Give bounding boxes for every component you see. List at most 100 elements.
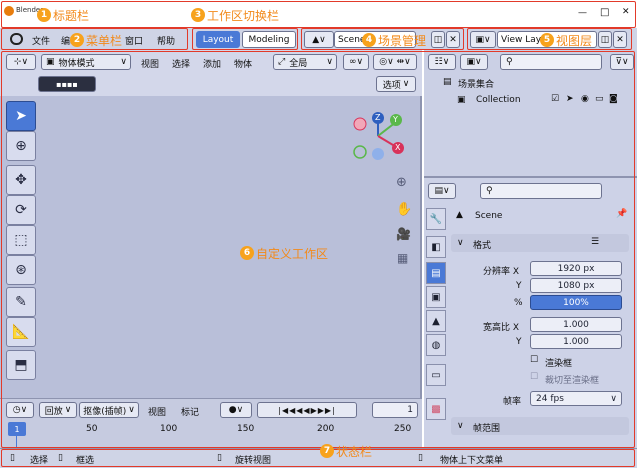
transform-orientation[interactable]: ⤢ 全局 ∨ bbox=[273, 54, 337, 70]
status-box: 框选 bbox=[76, 456, 95, 466]
crop-checkbox[interactable]: ☐ bbox=[530, 372, 538, 382]
tab-layout[interactable]: Layout bbox=[196, 31, 240, 48]
select-arrow-icon[interactable]: ➤ bbox=[566, 94, 574, 104]
viewlayer-selector[interactable]: ▣∨ bbox=[470, 31, 496, 48]
scene-selector[interactable]: ▲∨ bbox=[304, 31, 334, 48]
crosshair-icon: ⊕ bbox=[15, 138, 27, 154]
close-window-button[interactable]: ✕ bbox=[622, 7, 630, 17]
list-icon[interactable]: ☰ bbox=[591, 237, 599, 247]
properties-search-input[interactable]: ⚲ bbox=[480, 183, 602, 199]
resolution-percent-field[interactable]: 100% bbox=[530, 295, 622, 310]
mode-selector[interactable]: ▣ 物体模式 ∨ bbox=[41, 54, 131, 70]
current-frame-field[interactable]: 1 bbox=[372, 402, 418, 418]
navigation-gizmo[interactable] bbox=[350, 108, 412, 166]
render-icon: ◧ bbox=[431, 241, 441, 253]
menu-help[interactable]: 帮助 bbox=[157, 34, 175, 47]
minimize-button[interactable]: — bbox=[578, 8, 587, 18]
aspect-y-field[interactable]: 1.000 bbox=[530, 334, 622, 349]
frame-rate-dropdown[interactable]: 24 fps ∨ bbox=[530, 391, 622, 406]
viewlayer-delete-button[interactable]: ✕ bbox=[613, 31, 627, 48]
mouse-right-icon: ▯ bbox=[418, 453, 423, 463]
outliner-filter-button[interactable]: ⊽∨ bbox=[610, 54, 634, 70]
monitor-icon[interactable]: ▭ bbox=[595, 94, 604, 104]
texture-tab[interactable]: ▩ bbox=[426, 398, 446, 420]
render-tab[interactable]: ◧ bbox=[426, 236, 446, 258]
frame-range-section-header[interactable]: ∨ 帧范围 bbox=[451, 417, 629, 435]
gizmo-z-label: Z bbox=[375, 113, 381, 122]
vp-menu-view[interactable]: 视图 bbox=[141, 57, 159, 70]
select-tool-button[interactable]: ➤ bbox=[6, 101, 36, 131]
menu-window[interactable]: 窗口 bbox=[125, 34, 143, 47]
vp-menu-add[interactable]: 添加 bbox=[203, 57, 221, 70]
annotation-badge-2: 2 bbox=[70, 33, 84, 47]
tab-modeling[interactable]: Modeling bbox=[242, 31, 296, 48]
checkbox-icon[interactable]: ☑ bbox=[551, 94, 559, 104]
autokey-toggle[interactable]: ●∨ bbox=[220, 402, 252, 418]
display-mode-selector[interactable]: ▣∨ bbox=[460, 54, 488, 70]
viewlayer-copy-button[interactable]: ◫ bbox=[598, 31, 612, 48]
add-cube-tool-button[interactable]: ⬒ bbox=[6, 350, 36, 380]
tool-tab[interactable]: 🔧 bbox=[426, 208, 446, 230]
editor-type-selector[interactable]: ⊹∨ bbox=[6, 54, 36, 70]
camera-render-icon[interactable]: ◙ bbox=[609, 94, 618, 104]
keying-dropdown[interactable]: 抠像(插帧) ∨ bbox=[79, 402, 139, 418]
output-tab[interactable]: ▤ bbox=[426, 262, 446, 284]
viewport-area[interactable] bbox=[0, 50, 422, 398]
vp-menu-select[interactable]: 选择 bbox=[172, 57, 190, 70]
maximize-button[interactable]: □ bbox=[600, 7, 609, 18]
select-mode-group[interactable]: ▪▪▪▪ bbox=[38, 76, 96, 92]
annotation-label-5: 视图层 bbox=[556, 34, 593, 48]
resolution-x-field[interactable]: 1920 px bbox=[530, 261, 622, 276]
blender-menu-icon[interactable] bbox=[10, 33, 23, 45]
timeline-menu-marker[interactable]: 标记 bbox=[181, 405, 199, 418]
scene-collection-label[interactable]: 场景集合 bbox=[458, 77, 494, 90]
measure-tool-button[interactable]: 📐 bbox=[6, 317, 36, 347]
world-tab[interactable]: ◍ bbox=[426, 334, 446, 356]
timeline-editor-selector[interactable]: ◷∨ bbox=[6, 402, 34, 418]
zoom-icon[interactable]: ⊕ bbox=[396, 175, 407, 190]
collection-label[interactable]: Collection bbox=[476, 95, 521, 105]
snap-button[interactable]: ∞∨ bbox=[343, 54, 369, 70]
proportional-icon: ◎∨ ⇹∨ bbox=[379, 57, 411, 67]
view-layer-tab[interactable]: ▣ bbox=[426, 286, 446, 308]
scene-delete-button[interactable]: ✕ bbox=[446, 31, 460, 48]
playback-controls[interactable]: |◀◀◀◀▶▶▶| bbox=[257, 402, 357, 418]
scale-tool-button[interactable]: ⬚ bbox=[6, 225, 36, 255]
scene-copy-button[interactable]: ◫ bbox=[431, 31, 445, 48]
transform-tool-button[interactable]: ⊛ bbox=[6, 255, 36, 285]
collection-tab[interactable]: ▭ bbox=[426, 364, 446, 386]
annotate-tool-button[interactable]: ✎ bbox=[6, 287, 36, 317]
pin-icon[interactable]: 📌 bbox=[616, 209, 627, 219]
annotation-label-2: 菜单栏 bbox=[86, 34, 123, 48]
timeline-menu-view[interactable]: 视图 bbox=[148, 405, 166, 418]
menu-file[interactable]: 文件 bbox=[32, 34, 50, 47]
current-frame-marker[interactable]: 1 bbox=[8, 422, 26, 436]
render-region-checkbox[interactable]: ☐ bbox=[530, 355, 538, 365]
pan-hand-icon[interactable]: ✋ bbox=[396, 202, 412, 217]
tick-100: 100 bbox=[160, 424, 178, 434]
outliner-search-input[interactable]: ⚲ bbox=[500, 54, 602, 70]
grid-icon[interactable]: ▦ bbox=[397, 251, 408, 265]
add-cube-icon: ⬒ bbox=[14, 357, 28, 373]
properties-editor-selector[interactable]: ▤∨ bbox=[428, 183, 456, 199]
scene-tab[interactable]: ▲ bbox=[426, 310, 446, 332]
outliner-editor-selector[interactable]: ☷∨ bbox=[428, 54, 456, 70]
move-tool-button[interactable]: ✥ bbox=[6, 165, 36, 195]
eye-icon[interactable]: ◉ bbox=[581, 94, 589, 104]
resolution-y-field[interactable]: 1080 px bbox=[530, 278, 622, 293]
proportional-button[interactable]: ◎∨ ⇹∨ bbox=[373, 54, 417, 70]
aspect-x-field[interactable]: 1.000 bbox=[530, 317, 622, 332]
aspect-y-label: Y bbox=[516, 337, 522, 347]
viewport-header: ⊹∨ ▣ 物体模式 ∨ 视图 选择 添加 物体 ⤢ 全局 ∨ ∞∨ ◎∨ ⇹∨ ▪▪▪▪… bbox=[0, 50, 422, 96]
playback-dropdown[interactable]: 回放 ∨ bbox=[39, 402, 77, 418]
options-dropdown[interactable]: 选项 ∨ bbox=[376, 76, 416, 92]
pencil-icon: ✎ bbox=[15, 294, 27, 310]
camera-icon[interactable]: 🎥 bbox=[396, 227, 411, 241]
vp-menu-object[interactable]: 物体 bbox=[234, 57, 252, 70]
status-context: 物体上下文菜单 bbox=[440, 456, 504, 466]
format-section-header[interactable]: ∨ 格式 ☰ bbox=[451, 234, 629, 252]
rotate-tool-button[interactable]: ⟳ bbox=[6, 195, 36, 225]
format-section-label: 格式 bbox=[473, 241, 492, 251]
cursor-tool-button[interactable]: ⊕ bbox=[6, 131, 36, 161]
mouse-drag-icon: ▯ bbox=[58, 453, 63, 463]
